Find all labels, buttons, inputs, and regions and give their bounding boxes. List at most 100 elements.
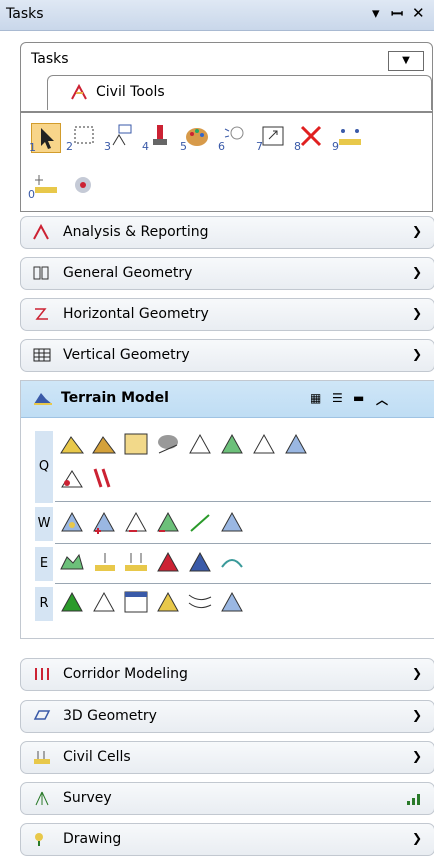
panel-label: General Geometry	[63, 265, 193, 281]
terrain-tool-icon[interactable]	[91, 509, 117, 535]
terrain-tool-icon[interactable]	[187, 509, 213, 535]
panel-label: Corridor Modeling	[63, 666, 188, 682]
terrain-tools: Q W E R	[35, 425, 434, 633]
terrain-tool-icon[interactable]	[155, 431, 181, 457]
terrain-tool-icon[interactable]	[59, 589, 85, 615]
terrain-tool-icon[interactable]	[123, 589, 149, 615]
bulb-icon[interactable]: 6	[218, 123, 249, 153]
chevron-down-icon[interactable]: ❯	[412, 306, 422, 320]
panel-drawing[interactable]: Drawing ❯	[20, 823, 434, 856]
chevron-down-icon[interactable]: ❯	[412, 666, 422, 680]
row-key: Q	[35, 431, 53, 503]
civil-tools-icon	[70, 83, 88, 105]
civil-tools-row[interactable]: Civil Tools	[47, 75, 432, 110]
snap-tool-icon[interactable]	[69, 171, 97, 199]
panel-label: Terrain Model	[61, 390, 169, 406]
3d-geometry-icon	[33, 708, 51, 724]
measure-distance-icon[interactable]: 9	[332, 123, 363, 153]
terrain-tool-icon[interactable]	[283, 431, 309, 457]
panel-label: Survey	[63, 790, 112, 806]
panel-general-geometry[interactable]: General Geometry ❯	[20, 257, 434, 290]
civil-tools-label: Civil Tools	[96, 84, 165, 100]
row-key: E	[35, 547, 53, 581]
civil-cells-icon	[33, 749, 51, 765]
terrain-tool-icon[interactable]	[219, 509, 245, 535]
drawing-icon	[33, 831, 51, 847]
terrain-model-header[interactable]: Terrain Model ▦ ☰ ▬ ︿	[21, 381, 434, 418]
title-bar: Tasks ▾ ꟷ ✕	[0, 0, 434, 31]
pin-icon[interactable]: ꟷ	[391, 4, 403, 24]
terrain-tool-icon[interactable]	[219, 549, 245, 575]
panel-analysis-reporting[interactable]: Analysis & Reporting ❯	[20, 216, 434, 249]
chevron-down-icon[interactable]: ❯	[412, 347, 422, 361]
row-divider	[55, 543, 431, 544]
list-view-icon[interactable]: ☰	[332, 391, 343, 405]
terrain-tool-icon[interactable]	[187, 549, 213, 575]
row-key: R	[35, 587, 53, 621]
selection-box-icon[interactable]: 2	[66, 123, 97, 153]
terrain-tool-icon[interactable]	[91, 589, 117, 615]
panel-horizontal-geometry[interactable]: Horizontal Geometry ❯	[20, 298, 434, 331]
fit-view-icon[interactable]: 7	[256, 123, 287, 153]
terrain-tool-icon[interactable]	[155, 549, 181, 575]
terrain-tool-icon[interactable]	[187, 589, 213, 615]
panel-label: Drawing	[63, 831, 122, 847]
terrain-tool-icon[interactable]	[123, 431, 149, 457]
panel-label: 3D Geometry	[63, 708, 157, 724]
signal-icon[interactable]	[406, 791, 424, 808]
panel-vertical-geometry[interactable]: Vertical Geometry ❯	[20, 339, 434, 372]
vertical-geometry-icon	[33, 347, 51, 363]
place-element-icon[interactable]: 3	[104, 123, 135, 153]
dropdown-arrow-icon[interactable]: ▼	[388, 51, 424, 71]
detail-view-icon[interactable]: ▬	[353, 391, 364, 405]
terrain-tool-icon[interactable]	[91, 549, 117, 575]
select-arrow-icon[interactable]: 1	[29, 123, 61, 154]
terrain-tool-icon[interactable]	[219, 431, 245, 457]
delete-x-icon[interactable]: 8	[294, 123, 325, 153]
grid-view-icon[interactable]: ▦	[310, 391, 321, 405]
panel-3d-geometry[interactable]: 3D Geometry ❯	[20, 700, 434, 733]
row-divider	[55, 501, 431, 502]
chevron-down-icon[interactable]: ❯	[412, 265, 422, 279]
tasks-label: Tasks	[31, 51, 69, 67]
panel-label: Vertical Geometry	[63, 347, 190, 363]
terrain-model-panel: Terrain Model ▦ ☰ ▬ ︿ Q W E R	[20, 380, 434, 639]
terrain-model-icon	[33, 390, 53, 410]
close-icon[interactable]: ✕	[412, 4, 425, 22]
panel-corridor-modeling[interactable]: Corridor Modeling ❯	[20, 658, 434, 691]
chevron-up-icon[interactable]: ︿	[376, 391, 388, 408]
chevron-down-icon[interactable]: ❯	[412, 831, 422, 845]
tool-grid: 1 2 3 4 5 6 7 8 9 0	[20, 112, 433, 212]
terrain-tool-icon[interactable]	[123, 549, 149, 575]
terrain-tool-icon[interactable]	[59, 549, 85, 575]
measure-point-icon[interactable]: 0	[28, 171, 59, 201]
chevron-down-icon[interactable]: ❯	[412, 749, 422, 763]
terrain-tool-icon[interactable]	[251, 431, 277, 457]
chevron-down-icon[interactable]: ❯	[412, 708, 422, 722]
panel-survey[interactable]: Survey	[20, 782, 434, 815]
chevron-down-icon[interactable]: ❯	[412, 224, 422, 238]
palette-icon[interactable]: 5	[180, 123, 211, 153]
panel-civil-cells[interactable]: Civil Cells ❯	[20, 741, 434, 774]
corridor-icon	[33, 666, 51, 682]
terrain-tool-icon[interactable]	[91, 465, 117, 491]
survey-icon	[33, 790, 51, 806]
terrain-tool-icon[interactable]	[219, 589, 245, 615]
terrain-tool-icon[interactable]	[91, 431, 117, 457]
terrain-tool-icon[interactable]	[155, 589, 181, 615]
horizontal-geometry-icon	[33, 306, 51, 322]
terrain-tool-icon[interactable]	[155, 509, 181, 535]
paint-brush-icon[interactable]: 4	[142, 123, 173, 153]
tasks-selector[interactable]: Tasks ▼ Civil Tools	[20, 42, 433, 112]
panel-label: Analysis & Reporting	[63, 224, 209, 240]
terrain-tool-icon[interactable]	[59, 431, 85, 457]
terrain-tool-icon[interactable]	[123, 509, 149, 535]
panel-label: Civil Cells	[63, 749, 131, 765]
menu-arrow-icon[interactable]: ▾	[372, 4, 380, 22]
terrain-tool-icon[interactable]	[187, 431, 213, 457]
general-geometry-icon	[33, 265, 51, 281]
terrain-tool-icon[interactable]	[59, 465, 85, 491]
panel-label: Horizontal Geometry	[63, 306, 209, 322]
terrain-tool-icon[interactable]	[59, 509, 85, 535]
analysis-icon	[33, 223, 51, 240]
